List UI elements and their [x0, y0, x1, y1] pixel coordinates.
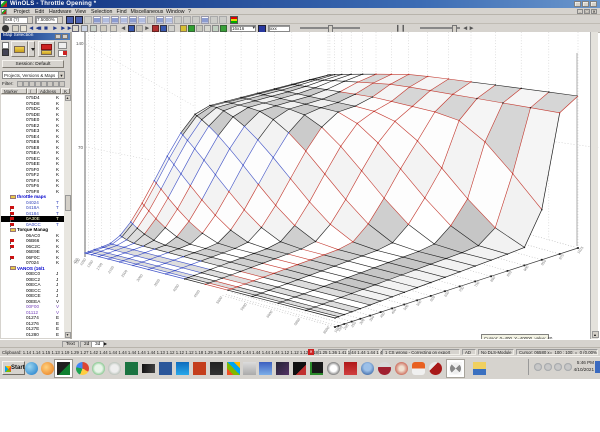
svg-text:70: 70 — [78, 145, 84, 150]
svg-text:5000: 5000 — [216, 296, 224, 305]
svg-text:6800: 6800 — [293, 318, 301, 327]
svg-text:1700: 1700 — [96, 262, 104, 271]
svg-text:2100: 2100 — [107, 265, 115, 274]
svg-text:1025: 1025 — [577, 246, 585, 255]
svg-text:140: 140 — [76, 41, 84, 46]
svg-text:3000: 3000 — [136, 274, 144, 283]
svg-text:1300: 1300 — [86, 260, 94, 269]
svg-text:5500: 5500 — [240, 303, 248, 312]
svg-text:2500: 2500 — [121, 269, 129, 278]
svg-text:8000: 8000 — [323, 326, 331, 335]
svg-text:4000: 4000 — [172, 284, 180, 293]
svg-text:6000: 6000 — [266, 310, 274, 319]
svg-text:4500: 4500 — [193, 289, 201, 298]
svg-text:3500: 3500 — [153, 278, 161, 287]
